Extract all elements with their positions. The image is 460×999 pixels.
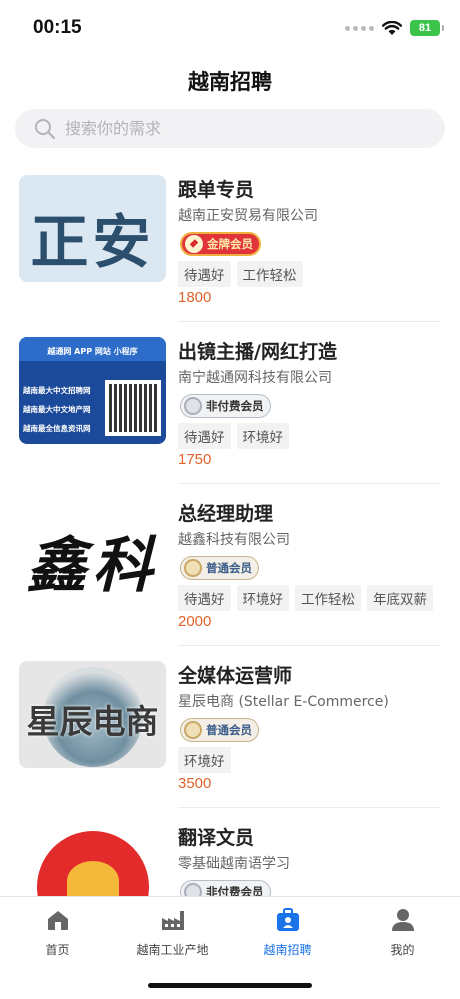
tag-list: 待遇好 环境好: [178, 423, 289, 449]
tab-home[interactable]: 首页: [0, 907, 115, 958]
company-name: 越南正安贸易有限公司: [178, 208, 318, 224]
member-badge: 非付费会员: [180, 394, 271, 418]
tab-recruitment[interactable]: 越南招聘: [230, 907, 345, 958]
home-indicator: [148, 983, 312, 988]
signal-icon: [345, 25, 374, 31]
bronze-medal-icon: [184, 559, 202, 577]
job-card[interactable]: 越通网 APP 网站 小程序 越南最大中文招聘网 越南最大中文地产网 越南最全信…: [0, 322, 460, 484]
tag: 环境好: [236, 423, 289, 449]
status-time: 00:15: [33, 17, 82, 38]
bronze-medal-icon: [184, 721, 202, 739]
salary: 2000: [178, 613, 212, 630]
qr-code: [105, 380, 161, 436]
status-bar: 00:15 81: [0, 0, 460, 56]
salary: 1800: [178, 289, 212, 306]
company-name: 南宁越通网科技有限公司: [178, 370, 332, 386]
member-badge: 金牌会员: [180, 232, 261, 256]
company-logo: 鑫科: [19, 499, 166, 606]
tag-list: 待遇好 工作轻松: [178, 261, 303, 287]
tag: 待遇好: [178, 585, 231, 611]
tag-list: 待遇好 环境好 工作轻松 年底双薪: [178, 585, 433, 611]
job-card[interactable]: 鑫科 总经理助理 越鑫科技有限公司 普通会员 待遇好 环境好 工作轻松 年底双薪…: [0, 484, 460, 646]
briefcase-icon: [276, 908, 299, 931]
tag: 工作轻松: [236, 261, 303, 287]
page-title: 越南招聘: [188, 70, 272, 94]
company-name: 越鑫科技有限公司: [178, 532, 290, 548]
tag: 工作轻松: [295, 585, 361, 611]
battery-icon: 81: [410, 20, 444, 36]
wifi-icon: [382, 20, 402, 35]
salary: 1750: [178, 451, 212, 468]
home-icon: [47, 911, 68, 930]
company-logo: 星辰电商: [19, 661, 166, 768]
job-list: 正安 跟单专员 越南正安贸易有限公司 金牌会员 待遇好 工作轻松 1800 越通…: [0, 160, 460, 970]
tag: 待遇好: [178, 423, 231, 449]
member-badge: 普通会员: [180, 718, 259, 742]
silver-medal-icon: [184, 397, 202, 415]
tag: 环境好: [236, 585, 289, 611]
gold-medal-icon: [185, 235, 203, 253]
tag: 环境好: [178, 747, 231, 773]
company-logo: 正安: [19, 175, 166, 282]
job-card[interactable]: 星辰电商 全媒体运营师 星辰电商 (Stellar E-Commerce) 普通…: [0, 646, 460, 808]
tab-industrial[interactable]: 越南工业产地: [115, 907, 230, 958]
company-logo: 越通网 APP 网站 小程序 越南最大中文招聘网 越南最大中文地产网 越南最全信…: [19, 337, 166, 444]
search-icon: [35, 118, 56, 139]
tag: 待遇好: [178, 261, 231, 287]
tag-list: 环境好: [178, 747, 231, 773]
status-indicators: 81: [345, 20, 444, 36]
search-bar[interactable]: [15, 109, 445, 148]
job-title: 全媒体运营师: [178, 665, 293, 687]
factory-icon: [161, 911, 184, 930]
job-title: 翻译文员: [178, 827, 255, 849]
salary: 3500: [178, 775, 212, 792]
job-card[interactable]: 正安 跟单专员 越南正安贸易有限公司 金牌会员 待遇好 工作轻松 1800: [0, 160, 460, 322]
search-input[interactable]: [65, 119, 405, 138]
job-title: 总经理助理: [178, 503, 274, 525]
company-name: 零基础越南语学习: [178, 856, 290, 872]
tag: 年底双薪: [367, 585, 433, 611]
user-icon: [391, 909, 414, 931]
job-title: 出镜主播/网红打造: [178, 341, 337, 363]
member-badge: 普通会员: [180, 556, 259, 580]
company-name: 星辰电商 (Stellar E-Commerce): [178, 694, 389, 710]
job-title: 跟单专员: [178, 179, 255, 201]
tab-profile[interactable]: 我的: [345, 907, 460, 958]
